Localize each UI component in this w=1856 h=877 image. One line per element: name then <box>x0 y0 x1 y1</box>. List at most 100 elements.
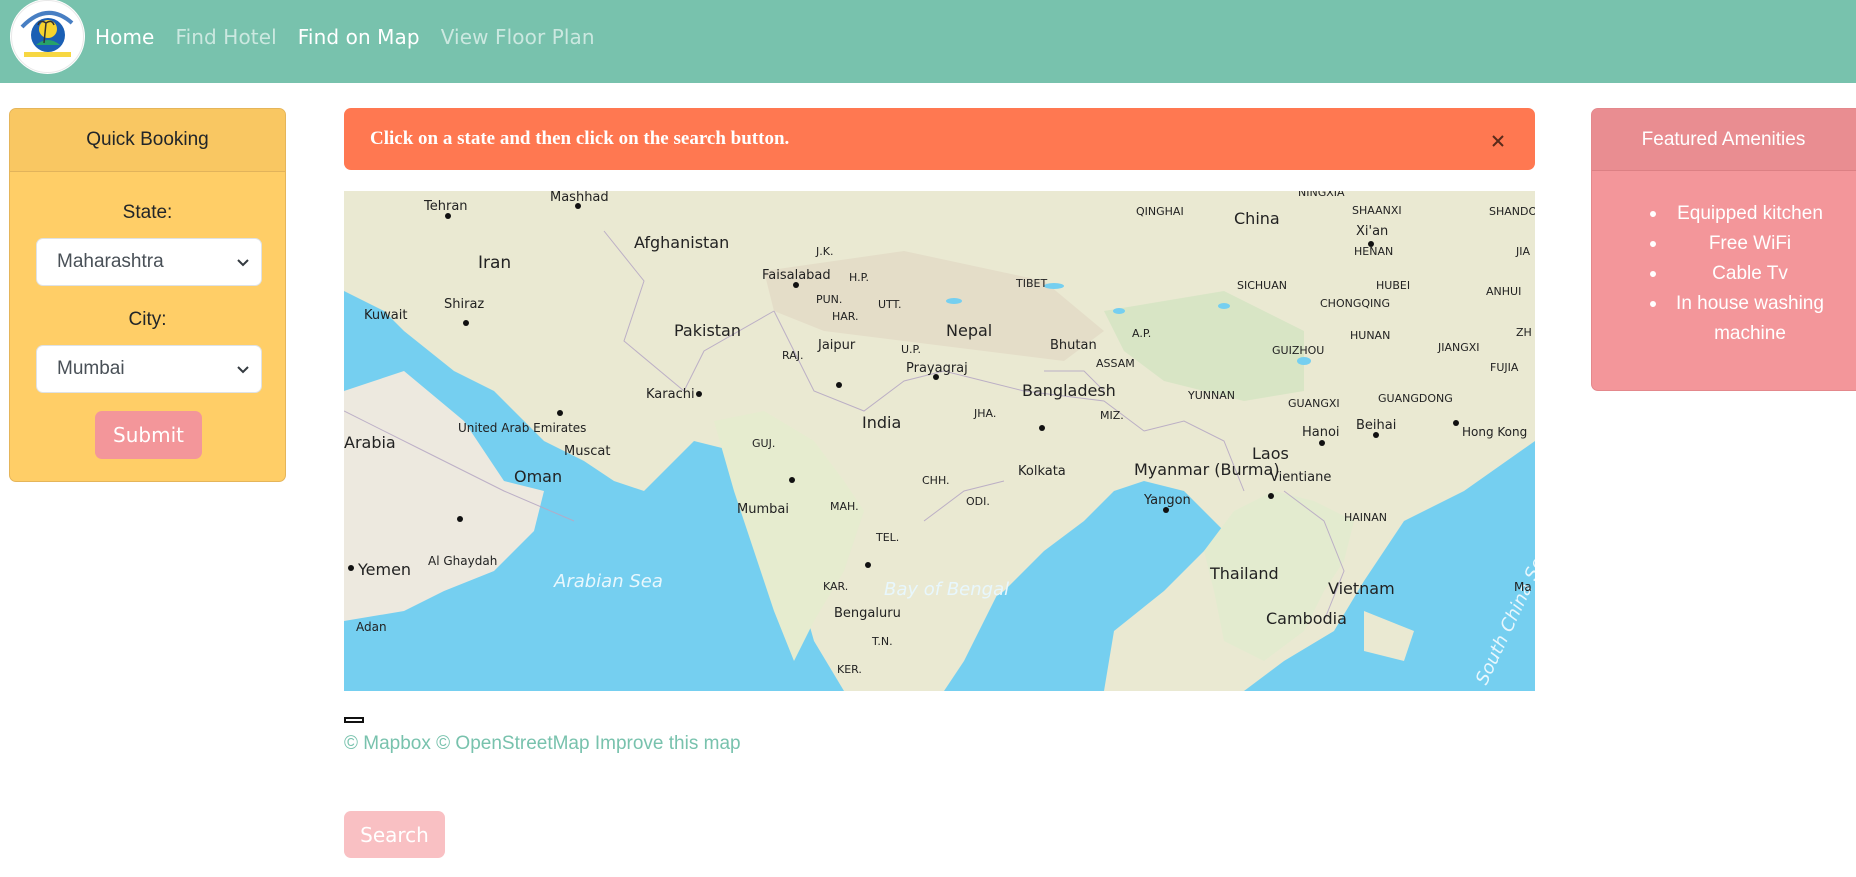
map-label: UTT. <box>878 298 902 311</box>
map-label: Afghanistan <box>634 233 729 252</box>
nav-find-on-map[interactable]: Find on Map <box>298 22 420 52</box>
map-label: Shiraz <box>444 297 484 312</box>
map-label: Jaipur <box>817 338 856 353</box>
quick-booking-title: Quick Booking <box>10 109 285 172</box>
map-label: CHH. <box>922 474 950 487</box>
map-label: KER. <box>837 663 862 676</box>
map-label: Vientiane <box>1270 470 1331 485</box>
map-label: RAJ. <box>782 349 803 362</box>
map-label: SHAANXI <box>1352 204 1402 217</box>
map-label: Prayagraj <box>906 361 968 376</box>
map-label: MIZ. <box>1100 409 1124 422</box>
navbar: Home Find Hotel Find on Map View Floor P… <box>0 0 1856 83</box>
map-label: PUN. <box>816 293 842 306</box>
map-label: GUIZHOU <box>1272 344 1324 357</box>
map-label: Faisalabad <box>762 268 831 283</box>
amenity-item: Free WiFi <box>1650 229 1850 259</box>
map-label: Iran <box>478 253 511 273</box>
map-label: Hanoi <box>1302 425 1340 440</box>
map-label: Yangon <box>1143 493 1191 508</box>
map-label: Muscat <box>564 444 610 459</box>
improve-map-link[interactable]: Improve this map <box>595 733 741 754</box>
map-label: T.N. <box>871 635 893 648</box>
map-label: JIANGXI <box>1437 341 1480 354</box>
alert-message: Click on a state and then click on the s… <box>370 128 790 149</box>
map-label: Bangladesh <box>1022 381 1116 400</box>
map-label: Thailand <box>1209 564 1279 583</box>
osm-link[interactable]: © OpenStreetMap <box>436 733 589 754</box>
map-label: QINGHAI <box>1136 205 1184 218</box>
map-label: Arabian Sea <box>553 571 663 592</box>
state-label: State: <box>122 202 173 223</box>
map-label: A.P. <box>1132 327 1151 340</box>
state-select[interactable]: Maharashtra <box>36 238 262 286</box>
map-attribution: © Mapbox © OpenStreetMap Improve this ma… <box>344 733 741 755</box>
state-select-value: Maharashtra <box>57 251 164 272</box>
map-label: HAR. <box>832 310 859 323</box>
chevron-down-icon <box>237 259 249 267</box>
map-label: Mashhad <box>550 191 609 205</box>
map-label: Bengaluru <box>834 606 901 621</box>
map-graphic: Mashhad Tehran Iran Shiraz Kuwait Afghan… <box>344 191 1535 691</box>
brand-logo[interactable] <box>10 0 85 74</box>
map-label: Adan <box>356 620 387 634</box>
map-label: Vietnam <box>1328 579 1395 598</box>
featured-amenities-title: Featured Amenities <box>1592 109 1856 171</box>
nav-view-floor-plan[interactable]: View Floor Plan <box>441 22 595 52</box>
featured-amenities-card: Featured Amenities Equipped kitchen Free… <box>1591 108 1856 391</box>
map-label: Nepal <box>946 321 992 340</box>
map-label: Beihai <box>1356 418 1396 433</box>
map-label: U.P. <box>901 343 921 356</box>
map-label: JHA. <box>973 407 996 420</box>
map-label: Cambodia <box>1266 609 1347 628</box>
map-label: HAINAN <box>1344 511 1387 524</box>
city-label: City: <box>128 309 167 330</box>
city-select[interactable]: Mumbai <box>36 345 262 393</box>
city-select-value: Mumbai <box>57 358 125 379</box>
map-canvas[interactable]: Mashhad Tehran Iran Shiraz Kuwait Afghan… <box>344 191 1535 691</box>
nav-home[interactable]: Home <box>95 22 154 52</box>
map-label: GUANGXI <box>1288 397 1340 410</box>
map-label: MAH. <box>830 500 859 513</box>
brand-logo-image <box>11 0 84 73</box>
map-label: HUBEI <box>1376 279 1410 292</box>
map-label: China <box>1234 209 1280 228</box>
map-label: Ma <box>1514 580 1532 594</box>
map-label: Bay of Bengal <box>884 579 1009 600</box>
map-label: TIBET <box>1015 277 1047 290</box>
mapbox-link[interactable]: © Mapbox <box>344 733 431 754</box>
map-label: SHANDO <box>1489 205 1535 218</box>
close-icon[interactable] <box>1489 132 1507 150</box>
nav-find-hotel[interactable]: Find Hotel <box>175 22 276 52</box>
map-label: Al Ghaydah <box>428 554 497 568</box>
map-label: ZH <box>1516 326 1532 339</box>
map-label: ODI. <box>966 495 990 508</box>
map-label: JIA <box>1515 245 1530 258</box>
map-label: Karachi <box>646 387 695 402</box>
amenities-list: Equipped kitchen Free WiFi Cable Tv In h… <box>1650 199 1850 349</box>
map-label: United Arab Emirates <box>458 421 586 435</box>
submit-button[interactable]: Submit <box>95 411 202 459</box>
map-label: NINGXIA <box>1298 191 1345 199</box>
map-label: KAR. <box>823 580 848 593</box>
search-button[interactable]: Search <box>344 811 445 858</box>
map-label: Xi'an <box>1356 224 1388 239</box>
map-label: FUJIA <box>1490 361 1519 374</box>
map-label: Laos <box>1252 444 1289 463</box>
map-label: CHONGQING <box>1320 297 1390 310</box>
map-label: Hong Kong <box>1462 425 1527 439</box>
amenity-item: Equipped kitchen <box>1650 199 1850 229</box>
map-label: HENAN <box>1354 245 1393 258</box>
map-label: SICHUAN <box>1237 279 1287 292</box>
map-label: J.K. <box>815 245 833 258</box>
map-label: YUNNAN <box>1187 389 1235 402</box>
amenity-item: Cable Tv <box>1650 259 1850 289</box>
map-control[interactable] <box>344 717 364 723</box>
map-label: GUANGDONG <box>1378 392 1453 405</box>
map-label: Kuwait <box>364 308 407 323</box>
map-label: Bhutan <box>1050 338 1097 353</box>
map-label: Oman <box>514 467 562 486</box>
map-label: TEL. <box>875 531 899 544</box>
quick-booking-card: Quick Booking State: Maharashtra City: M… <box>9 108 286 482</box>
map-label: Arabia <box>344 433 396 452</box>
